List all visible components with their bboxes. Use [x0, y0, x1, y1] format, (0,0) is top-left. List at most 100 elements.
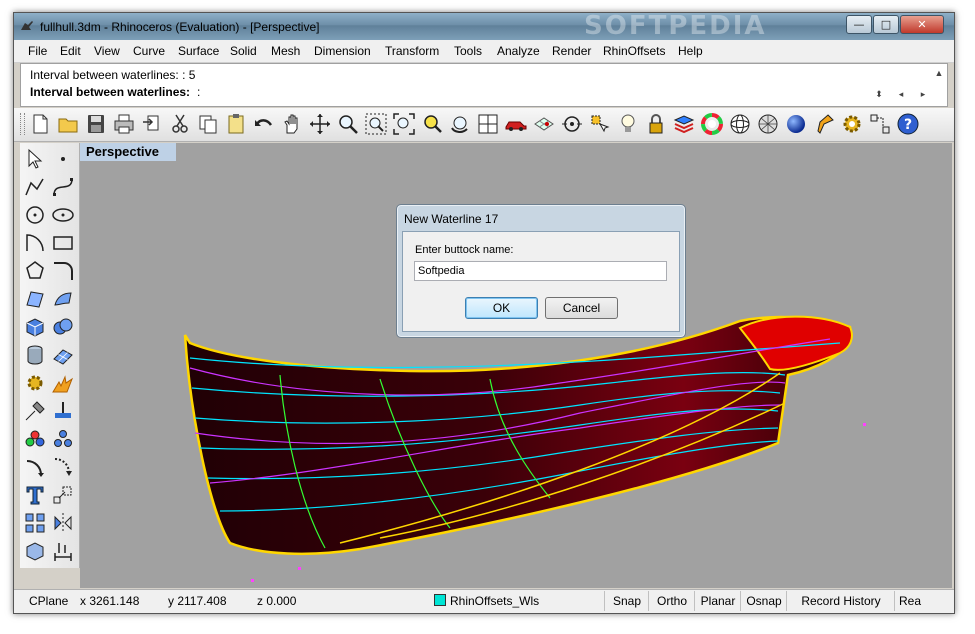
menu-file[interactable]: File — [28, 44, 47, 58]
zoom-icon[interactable] — [336, 112, 360, 136]
command-input[interactable]: : — [197, 85, 200, 99]
buttock-name-input[interactable] — [414, 261, 667, 281]
menu-tools[interactable]: Tools — [454, 44, 482, 58]
grid-icon[interactable] — [532, 112, 556, 136]
copy-icon[interactable] — [196, 112, 220, 136]
menu-mesh[interactable]: Mesh — [271, 44, 300, 58]
ungroup-icon[interactable] — [51, 427, 75, 451]
ellipse-icon[interactable] — [51, 203, 75, 227]
import-icon[interactable] — [140, 112, 164, 136]
scale-icon[interactable] — [51, 483, 75, 507]
four-viewports-icon[interactable] — [476, 112, 500, 136]
pan-icon[interactable] — [280, 112, 304, 136]
sphere-wire-icon[interactable] — [728, 112, 752, 136]
box-icon[interactable] — [23, 315, 47, 339]
rotate-icon[interactable] — [308, 112, 332, 136]
maximize-button[interactable]: □ — [873, 15, 899, 34]
rectangle-icon[interactable] — [51, 231, 75, 255]
print-icon[interactable] — [112, 112, 136, 136]
cancel-button[interactable]: Cancel — [545, 297, 618, 319]
prompt-spin-icon[interactable]: ⬍ — [871, 85, 887, 103]
dimension-icon[interactable] — [51, 539, 75, 563]
polyline-icon[interactable] — [23, 175, 47, 199]
zoom-selected-icon[interactable] — [420, 112, 444, 136]
zoom-window-icon[interactable] — [364, 112, 388, 136]
prompt-left-icon[interactable]: ◂ — [893, 85, 909, 103]
menu-rhinoffsets[interactable]: RhinOffsets — [603, 44, 665, 58]
menu-solid[interactable]: Solid — [230, 44, 257, 58]
extrude-icon[interactable] — [51, 287, 75, 311]
undo-view-icon[interactable] — [448, 112, 472, 136]
light-icon[interactable] — [616, 112, 640, 136]
prompt-right-icon[interactable]: ▸ — [915, 85, 931, 103]
mesh-sphere-icon[interactable] — [756, 112, 780, 136]
layer-icon[interactable] — [672, 112, 696, 136]
ortho-toggle[interactable]: Ortho — [648, 591, 695, 611]
group-icon[interactable] — [23, 427, 47, 451]
gear-tools-icon[interactable] — [23, 371, 47, 395]
split-icon[interactable] — [23, 399, 47, 423]
osnap-toggle[interactable]: Osnap — [740, 591, 787, 611]
open-icon[interactable] — [56, 112, 80, 136]
help-icon[interactable]: ? — [896, 112, 920, 136]
solid-box-icon[interactable] — [23, 539, 47, 563]
object-snap-icon[interactable] — [560, 112, 584, 136]
new-icon[interactable] — [28, 112, 52, 136]
array-icon[interactable] — [23, 511, 47, 535]
select-arrow-icon[interactable] — [23, 147, 47, 171]
command-area: Interval between waterlines: : 5 Interva… — [20, 63, 948, 107]
trim-icon[interactable] — [51, 399, 75, 423]
rhino-app-icon — [21, 21, 33, 30]
menu-edit[interactable]: Edit — [60, 44, 81, 58]
paste-icon[interactable] — [224, 112, 248, 136]
explode-icon[interactable] — [51, 371, 75, 395]
planar-toggle[interactable]: Planar — [694, 591, 741, 611]
spotlight-icon[interactable] — [812, 112, 836, 136]
menu-curve[interactable]: Curve — [133, 44, 165, 58]
color-wheel-icon[interactable] — [700, 112, 724, 136]
current-layer[interactable]: RhinOffsets_Wls — [434, 593, 539, 610]
menu-surface[interactable]: Surface — [178, 44, 219, 58]
boolean-icon[interactable] — [51, 315, 75, 339]
gear-icon[interactable] — [840, 112, 864, 136]
polygon-icon[interactable] — [23, 259, 47, 283]
minimize-button[interactable]: — — [846, 15, 872, 34]
close-button[interactable]: ✕ — [900, 15, 944, 34]
select-icon[interactable] — [588, 112, 612, 136]
toolbar-grip[interactable] — [20, 113, 25, 135]
lock-icon[interactable] — [644, 112, 668, 136]
record-history-toggle[interactable]: Record History — [786, 591, 895, 611]
layer-name: RhinOffsets_Wls — [450, 594, 540, 608]
text-icon[interactable] — [23, 483, 47, 507]
menu-view[interactable]: View — [94, 44, 120, 58]
render-sphere-icon[interactable] — [784, 112, 808, 136]
cut-icon[interactable] — [168, 112, 192, 136]
snap-toggle[interactable]: Snap — [604, 591, 649, 611]
title-bar[interactable]: fullhull.3dm - Rhinoceros (Evaluation) -… — [14, 13, 954, 41]
history-scroll-up-icon[interactable]: ▲ — [931, 64, 947, 82]
rotate-3d-icon[interactable] — [51, 455, 75, 479]
menu-transform[interactable]: Transform — [385, 44, 439, 58]
menu-analyze[interactable]: Analyze — [497, 44, 540, 58]
undo-icon[interactable] — [252, 112, 276, 136]
point-icon[interactable] — [51, 147, 75, 171]
surface-icon[interactable] — [23, 287, 47, 311]
menu-dimension[interactable]: Dimension — [314, 44, 371, 58]
mesh-plane-icon[interactable] — [51, 343, 75, 367]
menu-help[interactable]: Help — [678, 44, 703, 58]
fillet-icon[interactable] — [51, 259, 75, 283]
save-icon[interactable] — [84, 112, 108, 136]
circle-icon[interactable] — [23, 203, 47, 227]
zoom-extents-icon[interactable] — [392, 112, 416, 136]
cplane-label[interactable]: CPlane — [29, 593, 68, 610]
perspective-viewport[interactable]: Perspective New Waterline 17 Enter butto… — [80, 143, 952, 588]
arc-icon[interactable] — [23, 231, 47, 255]
car-icon[interactable] — [504, 112, 528, 136]
mirror-icon[interactable] — [51, 511, 75, 535]
menu-render[interactable]: Render — [552, 44, 591, 58]
rotate-curve-icon[interactable] — [23, 455, 47, 479]
cylinder-icon[interactable] — [23, 343, 47, 367]
options-icon[interactable] — [868, 112, 892, 136]
curve-icon[interactable] — [51, 175, 75, 199]
ok-button[interactable]: OK — [465, 297, 538, 319]
